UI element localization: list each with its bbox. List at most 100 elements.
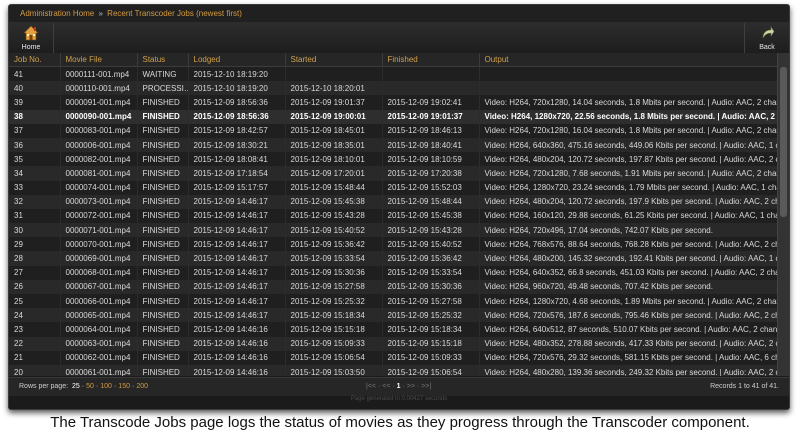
cell-status: FINISHED <box>137 308 189 323</box>
cell-started: 2015-12-09 15:30:36 <box>285 265 383 280</box>
table-row[interactable]: 32 0000073-001.mp4 FINISHED 2015-12-09 14:4… <box>9 194 778 209</box>
cell-job: 35 <box>9 152 61 167</box>
cell-file: 0000065-001.mp4 <box>60 308 138 323</box>
table-row[interactable]: 38 0000090-001.mp4 FINISHED 2015-12-09 18:5… <box>9 109 778 124</box>
cell-status: FINISHED <box>137 322 189 337</box>
breadcrumb-home-link[interactable]: Administration Home <box>20 9 94 18</box>
column-header[interactable]: Output <box>479 53 778 67</box>
table-row[interactable]: 29 0000070-001.mp4 FINISHED 2015-12-09 14:4… <box>9 237 778 252</box>
cell-job: 30 <box>9 223 61 238</box>
table-row[interactable]: 26 0000067-001.mp4 FINISHED 2015-12-09 14:4… <box>9 279 778 294</box>
cell-file: 0000063-001.mp4 <box>60 336 138 351</box>
table-row[interactable]: 35 0000082-001.mp4 FINISHED 2015-12-09 18:0… <box>9 152 778 167</box>
column-header[interactable]: Status <box>137 53 189 67</box>
cell-finished: 2015-12-09 15:30:36 <box>382 279 480 294</box>
home-icon <box>9 23 53 44</box>
column-header[interactable]: Job No. <box>9 53 61 67</box>
table-row[interactable]: 37 0000083-001.mp4 FINISHED 2015-12-09 18:4… <box>9 123 778 138</box>
table-row[interactable]: 30 0000071-001.mp4 FINISHED 2015-12-09 14:4… <box>9 223 778 238</box>
cell-finished: 2015-12-09 15:25:32 <box>382 308 480 323</box>
pager-last-button[interactable]: >>| <box>421 383 431 390</box>
cell-started: 2015-12-09 15:09:33 <box>285 336 383 351</box>
table-row[interactable]: 23 0000064-001.mp4 FINISHED 2015-12-09 14:4… <box>9 322 778 337</box>
cell-finished: 2015-12-09 15:18:34 <box>382 322 480 337</box>
cell-job: 39 <box>9 95 61 110</box>
rows-per-page-option[interactable]: 150 <box>116 383 132 390</box>
table-row[interactable]: 22 0000063-001.mp4 FINISHED 2015-12-09 14:4… <box>9 336 778 351</box>
cell-lodged: 2015-12-09 14:46:17 <box>188 251 286 266</box>
cell-status: FINISHED <box>137 223 189 238</box>
pager-next-button[interactable]: >> <box>407 383 415 390</box>
cell-lodged: 2015-12-09 18:30:21 <box>188 137 286 153</box>
cell-status: FINISHED <box>137 166 189 181</box>
cell-finished: 2015-12-09 15:33:54 <box>382 265 480 280</box>
column-header[interactable]: Lodged <box>188 53 286 67</box>
table-row[interactable]: 41 0000111-001.mp4 WAITING 2015-12-10 18:19… <box>9 66 778 82</box>
cell-file: 0000068-001.mp4 <box>60 265 138 280</box>
table-row[interactable]: 34 0000081-001.mp4 FINISHED 2015-12-09 17:1… <box>9 166 778 181</box>
cell-output: Video: H264, 480x204, 120.72 seconds, 19… <box>479 152 778 167</box>
rows-per-page-option[interactable]: 200 <box>134 383 150 390</box>
cell-file: 0000111-001.mp4 <box>60 66 138 82</box>
cell-lodged: 2015-12-09 14:46:16 <box>188 322 286 337</box>
cell-status: FINISHED <box>137 208 189 224</box>
cell-status: PROCESSI… <box>137 81 189 96</box>
cell-started: 2015-12-09 15:33:54 <box>285 251 383 266</box>
rows-per-page-option[interactable]: 25 <box>70 383 82 390</box>
table-row[interactable]: 39 0000091-001.mp4 FINISHED 2015-12-09 18:5… <box>9 95 778 110</box>
cell-output: Video: H264, 480x200, 145.32 seconds, 19… <box>479 251 778 266</box>
cell-finished: 2015-12-09 15:06:54 <box>382 364 480 376</box>
table-row[interactable]: 27 0000068-001.mp4 FINISHED 2015-12-09 14:4… <box>9 265 778 280</box>
cell-status: FINISHED <box>137 336 189 351</box>
cell-job: 40 <box>9 81 61 96</box>
cell-output: Video: H264, 1280x720, 22.56 seconds, 1.… <box>479 109 778 124</box>
cell-lodged: 2015-12-09 14:46:16 <box>188 336 286 351</box>
cell-status: FINISHED <box>137 251 189 266</box>
table-row[interactable]: 33 0000074-001.mp4 FINISHED 2015-12-09 15:1… <box>9 180 778 195</box>
rows-per-page-options: 25 · 50 · 100 · 150 · 200 <box>70 383 150 390</box>
table-row[interactable]: 20 0000061-001.mp4 FINISHED 2015-12-09 14:4… <box>9 364 778 376</box>
cell-lodged: 2015-12-09 18:56:36 <box>188 109 286 124</box>
column-header[interactable]: Finished <box>382 53 480 67</box>
back-button[interactable]: Back <box>744 23 789 53</box>
cell-file: 0000071-001.mp4 <box>60 223 138 238</box>
vertical-scrollbar[interactable] <box>777 53 789 376</box>
table-row[interactable]: 21 0000062-001.mp4 FINISHED 2015-12-09 14:4… <box>9 350 778 365</box>
column-header[interactable]: Started <box>285 53 383 67</box>
home-button[interactable]: Home <box>9 23 54 53</box>
cell-job: 28 <box>9 251 61 266</box>
cell-finished: 2015-12-09 15:40:52 <box>382 237 480 252</box>
column-header[interactable]: Movie File <box>60 53 138 67</box>
cell-lodged: 2015-12-09 14:46:17 <box>188 208 286 224</box>
rows-per-page-option[interactable]: 50 <box>84 383 96 390</box>
cell-status: FINISHED <box>137 180 189 195</box>
cell-output <box>479 81 778 96</box>
cell-lodged: 2015-12-09 18:42:57 <box>188 123 286 138</box>
cell-started: 2015-12-09 19:00:01 <box>285 109 383 124</box>
cell-lodged: 2015-12-09 14:46:17 <box>188 294 286 309</box>
cell-lodged: 2015-12-09 17:18:54 <box>188 166 286 181</box>
table-row[interactable]: 40 0000110-001.mp4 PROCESSI… 2015-12-10 18:… <box>9 81 778 96</box>
table-row[interactable]: 36 0000006-001.mp4 FINISHED 2015-12-09 18:3… <box>9 137 778 153</box>
pager-first-button[interactable]: |<< <box>366 383 376 390</box>
cell-started: 2015-12-09 18:10:01 <box>285 152 383 167</box>
table-row[interactable]: 24 0000065-001.mp4 FINISHED 2015-12-09 14:4… <box>9 308 778 323</box>
table-row[interactable]: 25 0000066-001.mp4 FINISHED 2015-12-09 14:4… <box>9 294 778 309</box>
table-row[interactable]: 31 0000072-001.mp4 FINISHED 2015-12-09 14:4… <box>9 208 778 224</box>
cell-status: FINISHED <box>137 123 189 138</box>
cell-output: Video: H264, 160x120, 29.88 seconds, 61.… <box>479 208 778 224</box>
cell-output: Video: H264, 720x1280, 16.04 seconds, 1.… <box>479 123 778 138</box>
cell-started <box>285 66 383 82</box>
table-row[interactable]: 28 0000069-001.mp4 FINISHED 2015-12-09 14:4… <box>9 251 778 266</box>
cell-job: 29 <box>9 237 61 252</box>
pager-prev-button[interactable]: << <box>382 383 390 390</box>
rows-per-page-option[interactable]: 100 <box>98 383 114 390</box>
cell-output: Video: H264, 480x280, 139.36 seconds, 24… <box>479 364 778 376</box>
cell-finished: 2015-12-09 19:02:41 <box>382 95 480 110</box>
cell-file: 0000006-001.mp4 <box>60 137 138 153</box>
cell-started: 2015-12-09 15:40:52 <box>285 223 383 238</box>
scrollbar-thumb[interactable] <box>780 67 787 217</box>
cell-lodged: 2015-12-09 14:46:16 <box>188 364 286 376</box>
cell-file: 0000064-001.mp4 <box>60 322 138 337</box>
cell-lodged: 2015-12-09 14:46:17 <box>188 265 286 280</box>
